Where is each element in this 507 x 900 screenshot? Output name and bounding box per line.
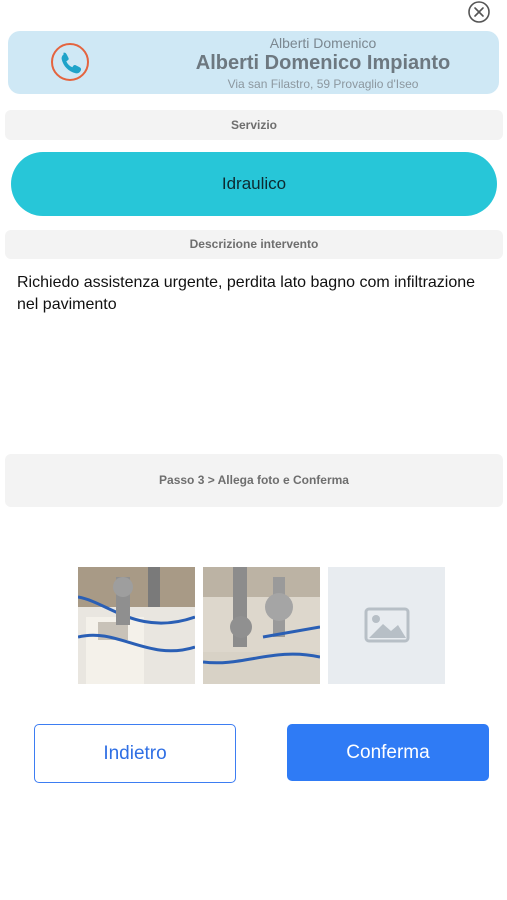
- description-section-label: Descrizione intervento: [5, 230, 503, 259]
- provider-header: Alberti Domenico Alberti Domenico Impian…: [8, 31, 499, 94]
- step-label: Passo 3 > Allega foto e Conferma: [5, 454, 503, 507]
- close-button[interactable]: [467, 0, 491, 24]
- confirm-button[interactable]: Conferma: [287, 724, 489, 781]
- image-placeholder-icon: [364, 607, 410, 643]
- add-photo-slot[interactable]: [328, 567, 445, 684]
- description-textarea[interactable]: Richiedo assistenza urgente, perdita lat…: [17, 272, 487, 316]
- service-selected-button[interactable]: Idraulico: [11, 152, 497, 216]
- back-button[interactable]: Indietro: [34, 724, 236, 783]
- provider-address: Via san Filastro, 59 Provaglio d'Iseo: [227, 77, 419, 91]
- provider-company-name: Alberti Domenico Impianto: [195, 52, 451, 74]
- close-icon: [468, 1, 490, 23]
- provider-owner-name: Alberti Domenico: [269, 35, 377, 51]
- phone-icon[interactable]: [49, 41, 91, 83]
- attached-photo-1[interactable]: [78, 567, 195, 684]
- service-section-label: Servizio: [5, 110, 503, 140]
- attached-photo-2[interactable]: [203, 567, 320, 684]
